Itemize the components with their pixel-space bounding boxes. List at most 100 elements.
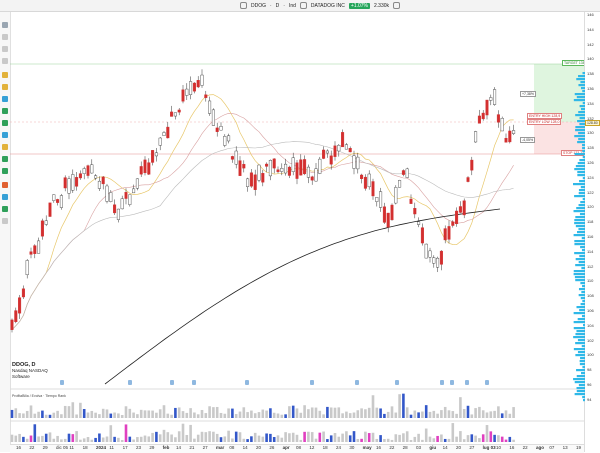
candle (173, 112, 177, 117)
candle (322, 149, 326, 159)
candle (496, 114, 500, 123)
candle (500, 118, 504, 132)
profile-bar (579, 180, 585, 183)
position-tool-icon[interactable] (2, 206, 8, 212)
profile-bar (580, 303, 585, 306)
line-tool-icon[interactable] (2, 34, 8, 40)
volume-bar (257, 435, 261, 442)
volume-bar (238, 432, 242, 442)
volume-bar (413, 436, 417, 442)
event-marker[interactable] (170, 380, 174, 385)
volume-bar (44, 433, 48, 442)
eraser-icon[interactable] (2, 218, 8, 224)
lock-icon[interactable] (2, 72, 8, 78)
profile-bar (573, 378, 585, 381)
volume-bar (189, 424, 192, 442)
volume-bar (272, 437, 276, 442)
volume-bar (497, 435, 500, 442)
volume-bar (466, 435, 470, 442)
pattern-tool-icon[interactable] (2, 168, 8, 174)
candle (196, 80, 200, 88)
magnet-icon[interactable] (2, 132, 8, 138)
date-label: giu (429, 445, 437, 450)
event-marker[interactable] (355, 380, 359, 385)
sync-icon[interactable] (393, 2, 401, 9)
event-marker[interactable] (128, 380, 132, 385)
brush-icon[interactable] (2, 144, 8, 150)
event-marker[interactable] (440, 380, 444, 385)
text-tool-icon[interactable] (2, 194, 8, 200)
profile-bar (575, 129, 585, 132)
date-label: 21 (189, 445, 195, 450)
alert-icon[interactable] (2, 182, 8, 188)
profile-bar (580, 201, 585, 204)
volume-bar (48, 414, 52, 418)
volume-bar (234, 431, 238, 442)
candle (344, 144, 348, 150)
crosshair-icon[interactable] (2, 96, 8, 102)
volume-bar (215, 406, 219, 418)
profile-bar (574, 252, 585, 255)
price-tick: 144 (587, 26, 594, 32)
date-label: lug 03 (482, 445, 496, 450)
interval-label[interactable]: D (276, 3, 280, 9)
event-marker[interactable] (310, 380, 314, 385)
fib-tool-icon[interactable] (2, 156, 8, 162)
price-tick: 100 (587, 352, 594, 358)
chart-type-icon[interactable] (240, 2, 247, 9)
volume-bar (250, 436, 253, 442)
price-chart[interactable] (10, 12, 584, 444)
profile-bar (578, 132, 585, 135)
volume-bar (337, 436, 341, 442)
volume-bar (79, 402, 82, 418)
volume-bar (132, 412, 135, 418)
candle (97, 180, 101, 189)
candle (470, 159, 474, 171)
candle (37, 240, 41, 254)
event-marker[interactable] (395, 380, 399, 385)
profile-bar (578, 189, 585, 192)
symbol-label[interactable]: DDOG (251, 3, 266, 9)
settings-icon[interactable] (299, 2, 307, 9)
volume-bar (189, 408, 192, 418)
profile-bar (574, 393, 585, 396)
volume-bar (60, 439, 63, 442)
profile-bar (573, 183, 585, 186)
volume-bar (10, 409, 14, 418)
volume-bar (352, 431, 356, 442)
candle (405, 168, 409, 178)
event-marker[interactable] (60, 380, 64, 385)
event-marker[interactable] (192, 380, 196, 385)
volume-bar (508, 413, 512, 418)
date-label: 28 (402, 445, 408, 450)
candle (94, 175, 98, 179)
volume-bar (215, 433, 219, 442)
price-axis[interactable]: 146 144 142 140 138 136 134 132 130 128 126 124 122 1… (573, 12, 600, 452)
volume-bar (128, 436, 132, 442)
zoom-icon[interactable] (2, 120, 8, 126)
profile-bar (581, 267, 585, 270)
cursor-tool-icon[interactable] (2, 22, 8, 28)
volume-bar (459, 397, 462, 418)
profile-bar (582, 150, 585, 153)
candle (78, 173, 82, 179)
profile-bar (577, 351, 585, 354)
note-icon[interactable] (2, 84, 8, 90)
event-marker[interactable] (465, 380, 469, 385)
volume-bar (56, 435, 59, 442)
event-marker[interactable] (245, 380, 249, 385)
profile-bar (576, 369, 585, 372)
candle (474, 131, 478, 143)
candle (371, 181, 375, 197)
measure-icon[interactable] (2, 108, 8, 114)
date-label: 20 (256, 445, 262, 450)
volume-bar (489, 411, 493, 418)
hline-tool-icon[interactable] (2, 58, 8, 64)
volume-bar (231, 408, 234, 418)
event-marker[interactable] (450, 380, 454, 385)
volume-bar (398, 394, 401, 418)
event-marker[interactable] (485, 380, 489, 385)
volume-bar (481, 434, 485, 442)
indicators-label[interactable]: Ind (289, 3, 296, 9)
ray-tool-icon[interactable] (2, 46, 8, 52)
